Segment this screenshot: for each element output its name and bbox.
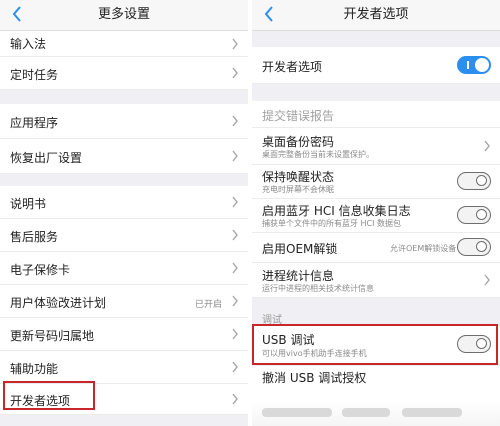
highlight-box-developer-options [3, 381, 95, 410]
settings-item-input-method[interactable]: 输入法 [0, 31, 248, 57]
chevron-right-icon [232, 115, 238, 127]
item-label: 定时任务 [10, 68, 59, 82]
item-label: 输入法 [10, 37, 47, 51]
developer-options-screen: 开发者选项 开发者选项 提交错误报告 桌面备份密码 桌面完整备份当前未设置保护。… [252, 0, 500, 426]
settings-item-apps[interactable]: 应用程序 [0, 104, 248, 139]
item-sublabel: 桌面完整备份当前未设置保护。 [262, 150, 374, 159]
item-sublabel: 充电时屏幕不会休眠 [262, 185, 334, 194]
item-label: 应用程序 [10, 116, 59, 130]
chevron-right-icon [232, 150, 238, 162]
item-label: 保持唤醒状态 [262, 170, 335, 184]
chevron-right-icon [232, 196, 238, 208]
screenshot-composite: 更多设置 输入法 定时任务 应用程序 恢复出厂设置 说明书 售后服务 电子保修卡 [0, 0, 500, 426]
stay-awake-row: 保持唤醒状态 充电时屏幕不会休眠 [252, 165, 500, 199]
submit-bug-report-label: 提交错误报告 [262, 109, 335, 123]
chevron-right-icon [232, 295, 238, 307]
item-label: 撤消 USB 调试授权 [262, 371, 367, 385]
item-sublabel: 捕获单个文件中的所有蓝牙 HCI 数据包 [262, 219, 402, 228]
item-label: 恢复出厂设置 [10, 151, 83, 165]
blurred-line [262, 408, 332, 417]
settings-item-number-location[interactable]: 更新号码归属地 [0, 318, 248, 351]
item-label: 说明书 [10, 197, 47, 211]
settings-item-manual[interactable]: 说明书 [0, 186, 248, 219]
process-stats-row[interactable]: 进程统计信息 运行中进程的相关技术统计信息 [252, 263, 500, 298]
page-title: 开发者选项 [343, 7, 409, 22]
page-title: 更多设置 [97, 7, 150, 22]
chevron-right-icon [232, 38, 238, 50]
item-label: 更新号码归属地 [10, 329, 95, 343]
developer-options-toggle[interactable] [457, 56, 491, 74]
item-label: 开发者选项 [262, 60, 323, 74]
settings-item-e-warranty[interactable]: 电子保修卡 [0, 252, 248, 285]
desktop-backup-password-row[interactable]: 桌面备份密码 桌面完整备份当前未设置保护。 [252, 128, 500, 165]
chevron-right-icon [232, 361, 238, 373]
blurred-line [342, 408, 390, 417]
oem-unlock-note: 允许OEM解锁设备 [390, 244, 457, 253]
settings-item-after-sales[interactable]: 售后服务 [0, 219, 248, 252]
chevron-right-icon [232, 328, 238, 340]
item-label: 用户体验改进计划 [10, 296, 107, 310]
oem-unlock-row: 启用OEM解锁 允许OEM解锁设备 [252, 233, 500, 263]
item-label: 启用蓝牙 HCI 信息收集日志 [262, 204, 411, 218]
toggle-on-mark [467, 61, 469, 69]
toggle-knob [476, 209, 487, 220]
chevron-right-icon [484, 274, 490, 286]
item-label: 电子保修卡 [10, 263, 71, 277]
toggle-knob [475, 58, 489, 72]
bluetooth-hci-log-toggle[interactable] [457, 206, 491, 224]
developer-options-master-toggle-row: 开发者选项 [252, 47, 500, 84]
settings-item-accessibility[interactable]: 辅助功能 [0, 351, 248, 384]
item-label: 售后服务 [10, 230, 59, 244]
toggle-knob [476, 241, 487, 252]
chevron-right-icon [232, 229, 238, 241]
settings-item-factory-reset[interactable]: 恢复出厂设置 [0, 139, 248, 174]
chevron-right-icon [232, 262, 238, 274]
submit-bug-report-row[interactable]: 提交错误报告 [252, 101, 500, 128]
item-label: 进程统计信息 [262, 269, 335, 283]
more-settings-header: 更多设置 [0, 0, 248, 31]
settings-item-ux-program[interactable]: 用户体验改进计划 已开启 [0, 285, 248, 318]
item-sublabel: 运行中进程的相关技术统计信息 [262, 284, 374, 293]
toggle-knob [476, 175, 487, 186]
chevron-right-icon [232, 67, 238, 79]
blurred-content [252, 400, 500, 426]
developer-options-header: 开发者选项 [252, 0, 500, 31]
chevron-right-icon [484, 140, 490, 152]
highlight-box-usb-debugging [252, 324, 498, 365]
item-label: 辅助功能 [10, 362, 59, 376]
oem-unlock-toggle[interactable] [457, 238, 491, 256]
item-label: 启用OEM解锁 [262, 242, 338, 256]
more-settings-screen: 更多设置 输入法 定时任务 应用程序 恢复出厂设置 说明书 售后服务 电子保修卡 [0, 0, 248, 426]
stay-awake-toggle[interactable] [457, 172, 491, 190]
blurred-line [402, 408, 462, 417]
ux-program-status: 已开启 [194, 300, 222, 310]
settings-item-scheduled-tasks[interactable]: 定时任务 [0, 57, 248, 90]
item-label: 桌面备份密码 [262, 135, 335, 149]
bluetooth-hci-log-row: 启用蓝牙 HCI 信息收集日志 捕获单个文件中的所有蓝牙 HCI 数据包 [252, 199, 500, 233]
chevron-right-icon [232, 393, 238, 405]
